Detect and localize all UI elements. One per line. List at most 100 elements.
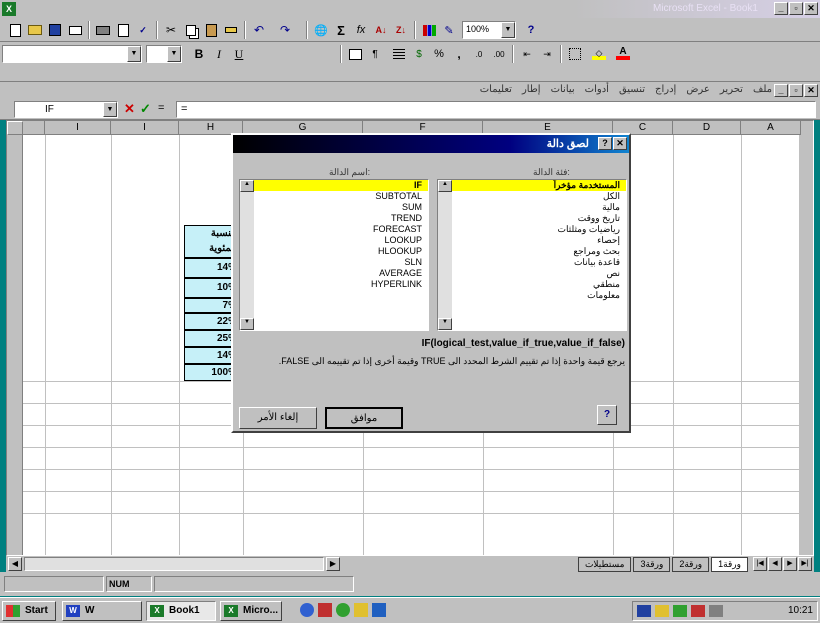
font-size-combo[interactable]: ▼ (146, 45, 182, 63)
menu-data[interactable]: بيانات (551, 84, 575, 95)
format-painter-icon[interactable] (222, 21, 240, 39)
list-item[interactable]: SLN (254, 257, 428, 268)
workbook-restore-button[interactable]: ▫ (789, 84, 803, 97)
underline-button[interactable]: U (230, 45, 248, 63)
autosum-icon[interactable]: Σ (332, 21, 350, 39)
sort-descending-icon[interactable]: Z↓ (392, 21, 410, 39)
equals-icon[interactable]: = (158, 102, 164, 114)
list-item[interactable]: منطقي (452, 279, 626, 290)
select-all-button[interactable] (7, 121, 23, 135)
scroll-right-icon[interactable]: ▶ (326, 557, 340, 571)
chart-wizard-icon[interactable] (420, 21, 438, 39)
scroll-down-icon[interactable]: ▼ (240, 318, 254, 330)
help-icon[interactable]: ? (522, 21, 540, 39)
menu-insert[interactable]: إدراج (655, 84, 676, 95)
spelling-icon[interactable]: ✓ (134, 21, 152, 39)
row-headers[interactable] (7, 135, 23, 555)
list-item[interactable]: LOOKUP (254, 235, 428, 246)
ok-button[interactable]: موافق (325, 407, 403, 429)
list-item[interactable]: بحث ومراجع (452, 246, 626, 257)
list-item[interactable]: SUM (254, 202, 428, 213)
help-icon[interactable]: ? (597, 405, 617, 425)
taskbar-item[interactable]: W W (62, 601, 142, 621)
increase-indent-icon[interactable]: ⇥ (538, 45, 556, 63)
rtl-direction-icon[interactable]: ¶ (366, 45, 384, 63)
column-header[interactable] (23, 121, 45, 135)
paste-icon[interactable] (202, 21, 220, 39)
list-item[interactable]: قاعدة بيانات (452, 257, 626, 268)
decrease-decimal-icon[interactable]: .00 (490, 45, 508, 63)
bold-button[interactable]: B (190, 45, 208, 63)
redo-icon[interactable]: ↷ (276, 21, 294, 39)
mail-icon[interactable] (66, 21, 84, 39)
sheet-tab[interactable]: مستطيلات (577, 557, 632, 572)
scroll-up-icon[interactable]: ▲ (438, 180, 452, 192)
comma-style-icon[interactable]: , (450, 45, 468, 63)
function-category-list[interactable]: ▲ ▼ المستخدمة مؤخراً الكل مالية تاريخ وو… (437, 179, 627, 331)
menu-file[interactable]: ملف (753, 84, 772, 95)
taskbar-item[interactable]: X Micro... (220, 601, 282, 621)
tray-icon[interactable] (691, 605, 705, 617)
list-item[interactable]: FORECAST (254, 224, 428, 235)
list-item[interactable]: رياضيات ومثلثات (452, 224, 626, 235)
workbook-minimize-button[interactable]: _ (774, 84, 788, 97)
dialog-titlebar[interactable]: لصق دالة ? ✕ (233, 135, 629, 153)
borders-icon[interactable] (566, 45, 584, 63)
list-item[interactable]: نص (452, 268, 626, 279)
column-header[interactable]: D (673, 121, 741, 135)
first-sheet-icon[interactable]: |◀ (753, 557, 767, 571)
scroll-down-icon[interactable]: ▼ (438, 318, 452, 330)
percent-icon[interactable]: % (430, 45, 448, 63)
align-icon[interactable] (390, 45, 408, 63)
new-icon[interactable] (6, 21, 24, 39)
minimize-button[interactable]: _ (774, 2, 788, 15)
menu-help[interactable]: تعليمات (480, 84, 512, 95)
italic-button[interactable]: I (210, 45, 228, 63)
list-item[interactable]: معلومات (452, 290, 626, 301)
save-icon[interactable] (46, 21, 64, 39)
list-item[interactable]: تاريخ ووقت (452, 213, 626, 224)
scroll-up-icon[interactable]: ▲ (240, 180, 254, 192)
menu-tools[interactable]: أدوات (585, 84, 609, 95)
cancel-formula-icon[interactable]: ✕ (124, 101, 135, 117)
cut-icon[interactable]: ✂ (162, 21, 180, 39)
column-header[interactable]: A (741, 121, 801, 135)
last-sheet-icon[interactable]: ▶| (798, 557, 812, 571)
formula-input[interactable]: = (176, 101, 816, 118)
outlook-icon[interactable] (318, 603, 332, 617)
dialog-close-button[interactable]: ✕ (613, 137, 627, 150)
vertical-scrollbar[interactable] (799, 135, 813, 555)
list-scrollbar[interactable]: ▲ ▼ (438, 180, 452, 330)
decrease-indent-icon[interactable]: ⇤ (518, 45, 536, 63)
drawing-icon[interactable]: ✎ (440, 21, 458, 39)
list-item[interactable]: HLOOKUP (254, 246, 428, 257)
enter-formula-icon[interactable]: ✓ (140, 101, 151, 117)
workbook-close-button[interactable]: ✕ (804, 84, 818, 97)
column-header[interactable]: I (45, 121, 111, 135)
horizontal-scrollbar[interactable] (24, 557, 324, 571)
list-scrollbar[interactable]: ▲ ▼ (240, 180, 254, 330)
list-item[interactable]: مالية (452, 202, 626, 213)
merge-center-icon[interactable] (346, 45, 364, 63)
volume-icon[interactable] (709, 605, 723, 617)
start-button[interactable]: Start (2, 601, 56, 621)
tray-icon[interactable] (655, 605, 669, 617)
sort-ascending-icon[interactable]: A↓ (372, 21, 390, 39)
list-item[interactable]: الكل (452, 191, 626, 202)
media-icon[interactable] (372, 603, 386, 617)
menu-window[interactable]: إطار (522, 84, 541, 95)
channel-icon[interactable] (354, 603, 368, 617)
scroll-left-icon[interactable]: ◀ (8, 557, 22, 571)
next-sheet-icon[interactable]: ▶ (783, 557, 797, 571)
copy-icon[interactable] (182, 21, 200, 39)
sheet-tab[interactable]: ورقة2 (672, 557, 710, 572)
list-item[interactable]: إحصاء (452, 235, 626, 246)
close-button[interactable]: ✕ (804, 2, 818, 15)
list-item[interactable]: HYPERLINK (254, 279, 428, 290)
desktop-icon[interactable] (336, 603, 350, 617)
tray-icon[interactable] (673, 605, 687, 617)
window-titlebar[interactable]: X Microsoft Excel - Book1 _ ▫ ✕ (0, 0, 820, 18)
sheet-tab[interactable]: ورقة1 (711, 557, 748, 572)
list-item[interactable]: IF (254, 180, 428, 191)
menu-format[interactable]: تنسيق (619, 84, 645, 95)
